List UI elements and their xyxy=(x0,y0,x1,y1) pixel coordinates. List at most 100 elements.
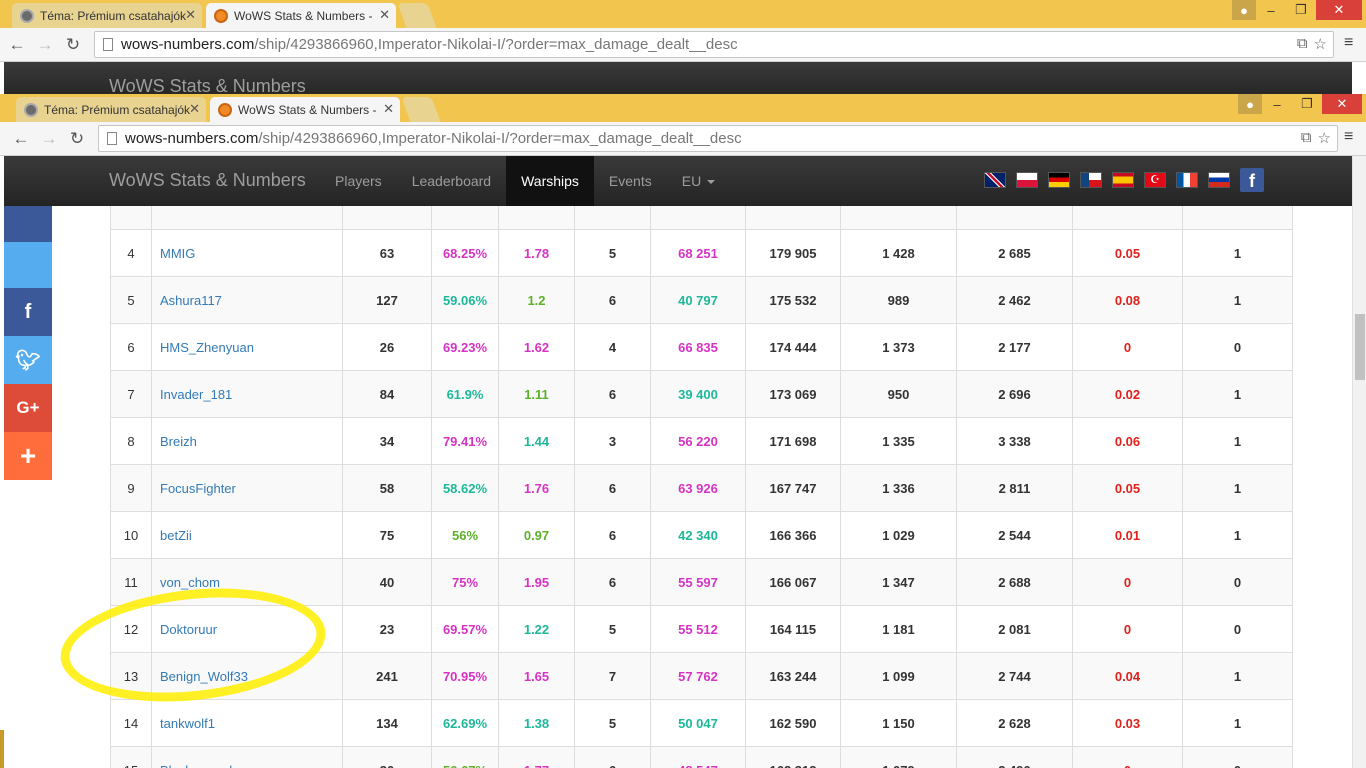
back-arrow-icon[interactable]: ← xyxy=(6,34,28,56)
cell-col8: 1 079 xyxy=(840,746,957,768)
tab-forum[interactable]: Téma: Prémium csatahajók ✕ xyxy=(12,3,202,28)
background-browser-window: Téma: Prémium csatahajók ✕ WoWS Stats & … xyxy=(0,0,1366,100)
table-row: 7 Invader_181 84 61.9% 1.11 6 39 400 173 069 950… xyxy=(110,370,1293,418)
page-scrollbar[interactable] xyxy=(1352,156,1366,768)
cell-col5: 4 xyxy=(574,323,651,371)
facebook-icon[interactable]: f xyxy=(1240,168,1264,192)
minimize-icon[interactable]: – xyxy=(1262,94,1292,114)
page-content: 4 MMIG 63 68.25% 1.78 5 68 251 179 905 1 428 2 68… xyxy=(0,206,1352,768)
cell-battles: 34 xyxy=(342,417,432,465)
share-stub-top xyxy=(4,206,52,242)
user-icon[interactable]: ● xyxy=(1232,0,1256,20)
close-tab-icon[interactable]: ✕ xyxy=(185,7,196,23)
cell-battles: 30 xyxy=(342,746,432,768)
nav-leaderboard[interactable]: Leaderboard xyxy=(397,156,506,206)
ship-icon xyxy=(20,8,34,23)
ru-flag-icon[interactable] xyxy=(1208,172,1230,188)
player-name-link[interactable]: betZii xyxy=(160,528,192,543)
share-googleplus-icon[interactable]: G+ xyxy=(4,384,52,432)
close-tab-icon[interactable]: ✕ xyxy=(383,101,394,117)
nav-region-dropdown[interactable]: EU xyxy=(667,156,730,206)
main-nav: Players Leaderboard Warships Events EU xyxy=(320,156,730,206)
address-bar[interactable]: wows-numbers.com/ship/4293866960,Imperat… xyxy=(98,125,1338,152)
menu-icon[interactable]: ≡ xyxy=(1344,128,1362,146)
cell-col8: 1 335 xyxy=(840,417,957,465)
browser-toolbar: ← → ↻ wows-numbers.com/ship/4293866960,I… xyxy=(0,122,1366,156)
cell-battles: 84 xyxy=(342,370,432,418)
cell-name: Blechmoped xyxy=(151,746,343,768)
cell-col10: 0.08 xyxy=(1072,276,1183,324)
share-facebook-icon[interactable]: f xyxy=(4,288,52,336)
forward-arrow-icon[interactable]: → xyxy=(34,34,56,56)
site-brand[interactable]: WoWS Stats & Numbers xyxy=(109,170,306,191)
cell-col8: 1 150 xyxy=(840,699,957,747)
nav-events[interactable]: Events xyxy=(594,156,667,206)
cell-winrate: 75% xyxy=(431,558,499,606)
cell-col9: 2 685 xyxy=(956,229,1073,277)
player-name-link[interactable]: Invader_181 xyxy=(160,387,232,402)
player-name-link[interactable]: tankwolf1 xyxy=(160,716,215,731)
translate-icon[interactable]: ⧉ xyxy=(1297,35,1308,53)
player-name-link[interactable]: FocusFighter xyxy=(160,481,236,496)
cell-winrate: 56.67% xyxy=(431,746,499,768)
close-window-icon[interactable]: ✕ xyxy=(1322,94,1362,114)
cz-flag-icon[interactable] xyxy=(1080,172,1102,188)
address-bar[interactable]: wows-numbers.com/ship/4293866960,Imperat… xyxy=(94,31,1334,58)
fr-flag-icon[interactable] xyxy=(1176,172,1198,188)
player-name-link[interactable]: von_chom xyxy=(160,575,220,590)
pl-flag-icon[interactable] xyxy=(1016,172,1038,188)
bookmark-star-icon[interactable]: ☆ xyxy=(1318,129,1331,147)
nav-players[interactable]: Players xyxy=(320,156,397,206)
close-tab-icon[interactable]: ✕ xyxy=(379,7,390,23)
table-row xyxy=(110,206,1293,230)
translate-icon[interactable]: ⧉ xyxy=(1301,129,1312,147)
cell-battles: 63 xyxy=(342,229,432,277)
de-flag-icon[interactable] xyxy=(1048,172,1070,188)
menu-icon[interactable]: ≡ xyxy=(1344,34,1362,52)
player-name-link[interactable]: HMS_Zhenyuan xyxy=(160,340,254,355)
share-more-icon[interactable]: + xyxy=(4,432,52,480)
cell-winrate: 61.9% xyxy=(431,370,499,418)
tab-forum[interactable]: Téma: Prémium csatahajók ✕ xyxy=(16,97,206,122)
es-flag-icon[interactable] xyxy=(1112,172,1134,188)
nav-warships[interactable]: Warships xyxy=(506,156,594,206)
uk-flag-icon[interactable] xyxy=(984,172,1006,188)
cell-col9: 2 688 xyxy=(956,558,1073,606)
close-window-icon[interactable]: ✕ xyxy=(1316,0,1362,20)
forward-arrow-icon[interactable]: → xyxy=(38,128,60,150)
new-tab-button[interactable] xyxy=(401,97,441,122)
cell-col9: 2 544 xyxy=(956,511,1073,559)
user-icon[interactable]: ● xyxy=(1238,94,1262,114)
tab-wows-stats[interactable]: WoWS Stats & Numbers - ✕ xyxy=(210,97,400,122)
cell-avgdmg: 42 340 xyxy=(650,511,746,559)
player-name-link[interactable]: Blechmoped xyxy=(160,763,232,768)
reload-icon[interactable]: ↻ xyxy=(62,34,84,56)
player-name-link[interactable]: MMIG xyxy=(160,246,195,261)
back-arrow-icon[interactable]: ← xyxy=(10,128,32,150)
close-tab-icon[interactable]: ✕ xyxy=(189,101,200,117)
tr-flag-icon[interactable]: ☪ xyxy=(1144,172,1166,188)
cell-name: Breizh xyxy=(151,417,343,465)
cell-winrate: 62.69% xyxy=(431,699,499,747)
share-twitter-icon[interactable]: 🐦︎ xyxy=(4,336,52,384)
cell-col10: 0.05 xyxy=(1072,229,1183,277)
table-row: 8 Breizh 34 79.41% 1.44 3 56 220 171 698 1 335 3 … xyxy=(110,417,1293,465)
cell-avgdmg: 68 251 xyxy=(650,229,746,277)
maximize-icon[interactable]: ❐ xyxy=(1292,94,1322,114)
player-name-link[interactable]: Breizh xyxy=(160,434,197,449)
player-name-link[interactable]: Ashura117 xyxy=(160,293,222,308)
reload-icon[interactable]: ↻ xyxy=(66,128,88,150)
cell-col5: 6 xyxy=(574,276,651,324)
cell-rank: 15 xyxy=(110,746,152,768)
maximize-icon[interactable]: ❐ xyxy=(1286,0,1316,20)
tab-strip: Téma: Prémium csatahajók ✕ WoWS Stats & … xyxy=(0,94,1366,122)
tab-wows-stats[interactable]: WoWS Stats & Numbers - ✕ xyxy=(206,3,396,28)
cell-col8: 1 181 xyxy=(840,605,957,653)
minimize-icon[interactable]: – xyxy=(1256,0,1286,20)
cell-winrate: 79.41% xyxy=(431,417,499,465)
cell-col5: 6 xyxy=(574,511,651,559)
scrollbar-thumb[interactable] xyxy=(1355,314,1365,380)
new-tab-button[interactable] xyxy=(397,3,437,28)
bookmark-star-icon[interactable]: ☆ xyxy=(1314,35,1327,53)
cell-battles: 241 xyxy=(342,652,432,700)
